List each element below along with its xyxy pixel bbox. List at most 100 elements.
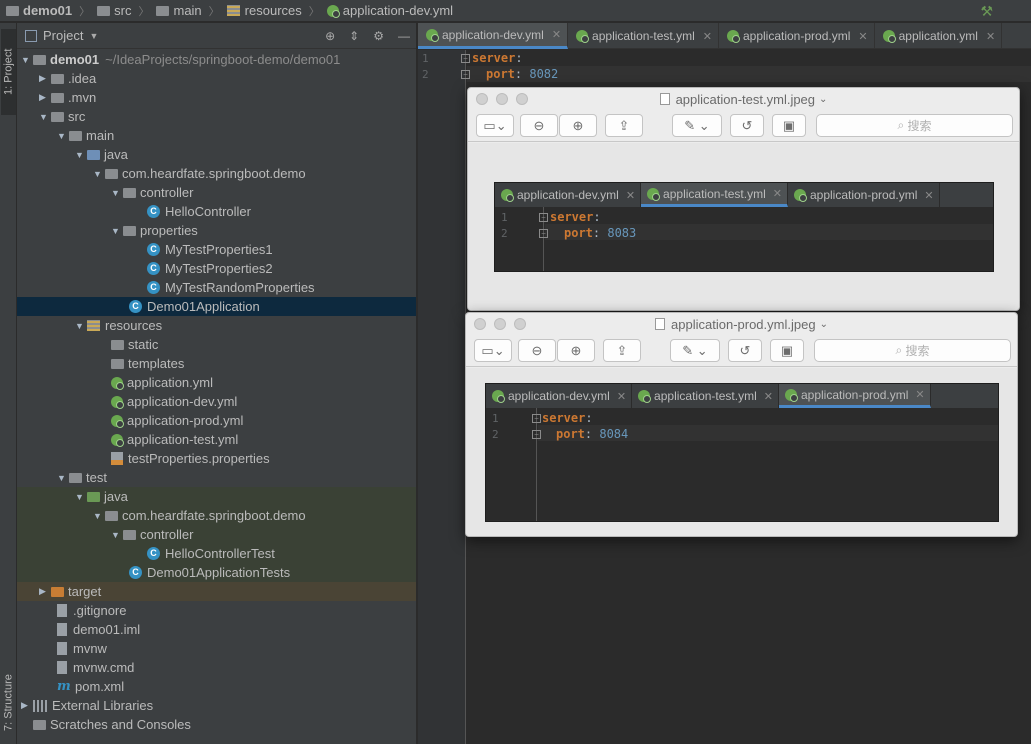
tree-item-mytestproperties1[interactable]: C MyTestProperties1 — [17, 240, 416, 259]
build-hammer-icon[interactable]: ⚒ — [980, 3, 993, 20]
tree-item-pom-xml[interactable]: m pom.xml — [17, 677, 416, 696]
zoom-window-button[interactable] — [514, 318, 526, 330]
editor-tab-application-dev[interactable]: application-dev.yml ✕ — [418, 23, 569, 49]
chevron-down-icon[interactable]: ▼ — [111, 188, 123, 198]
chevron-right-icon[interactable]: ▶ — [39, 586, 51, 597]
chevron-down-icon[interactable]: ⌄ — [819, 94, 827, 105]
tree-item-external-libraries[interactable]: ▶ External Libraries — [17, 696, 416, 715]
chevron-down-icon[interactable]: ▼ — [111, 226, 123, 236]
breadcrumb-demo01[interactable]: demo01 — [6, 3, 72, 18]
zoom-in-button[interactable]: ⊕ — [559, 114, 597, 137]
close-icon[interactable]: ✕ — [858, 30, 867, 43]
locate-icon[interactable]: ⊕ — [325, 29, 335, 43]
tree-item-mvnw-cmd[interactable]: mvnw.cmd — [17, 658, 416, 677]
tool-window-project-tab[interactable]: 1: Project — [1, 29, 16, 115]
toolbox-button[interactable]: ▣ — [772, 114, 806, 137]
collapse-all-icon[interactable]: ⇕ — [349, 29, 359, 43]
chevron-down-icon[interactable]: ▼ — [39, 112, 51, 122]
tree-item-java-main[interactable]: ▼ java — [17, 145, 416, 164]
chevron-down-icon[interactable]: ▼ — [75, 150, 87, 160]
close-window-button[interactable] — [474, 318, 486, 330]
chevron-right-icon[interactable]: ▶ — [39, 92, 51, 103]
breadcrumb-main[interactable]: main — [156, 3, 202, 18]
markup-button[interactable]: ✎ ⌄ — [670, 339, 720, 362]
editor-tab-application[interactable]: application.yml ✕ — [875, 23, 1003, 49]
breadcrumb-src[interactable]: src — [97, 3, 131, 18]
tree-item-package-main[interactable]: ▼ com.heardfate.springboot.demo — [17, 164, 416, 183]
breadcrumb-resources[interactable]: resources — [226, 3, 302, 18]
chevron-down-icon[interactable]: ▼ — [75, 492, 87, 502]
editor-tab-application-test[interactable]: application-test.yml ✕ — [568, 23, 719, 49]
toolbox-button[interactable]: ▣ — [770, 339, 804, 362]
chevron-down-icon[interactable]: ▼ — [111, 530, 123, 540]
rotate-button[interactable]: ↺ — [730, 114, 764, 137]
tree-item-controller[interactable]: ▼ controller — [17, 183, 416, 202]
gear-icon[interactable]: ⚙ — [373, 29, 384, 43]
sidebar-toggle-button[interactable]: ▭⌄ — [474, 339, 512, 362]
tree-item-demo01applicationtests[interactable]: C Demo01ApplicationTests — [17, 563, 416, 582]
chevron-right-icon[interactable]: ▶ — [39, 73, 51, 84]
tree-item-mvn[interactable]: ▶ .mvn — [17, 88, 416, 107]
share-button[interactable]: ⇪ — [603, 339, 641, 362]
zoom-in-button[interactable]: ⊕ — [557, 339, 595, 362]
share-button[interactable]: ⇪ — [605, 114, 643, 137]
tree-item-templates[interactable]: templates — [17, 354, 416, 373]
tool-window-structure-tab[interactable]: 7: Structure — [1, 663, 16, 743]
tree-item-main[interactable]: ▼ main — [17, 126, 416, 145]
tree-item-java-test[interactable]: ▼ java — [17, 487, 416, 506]
chevron-down-icon[interactable]: ▼ — [57, 131, 69, 141]
fold-icon[interactable]: − — [461, 54, 470, 63]
chevron-down-icon[interactable]: ▼ — [57, 473, 69, 483]
tree-item-hellocontroller[interactable]: C HelloController — [17, 202, 416, 221]
tree-item-hellocontrollertest[interactable]: C HelloControllerTest — [17, 544, 416, 563]
close-icon[interactable]: ✕ — [986, 30, 995, 43]
tree-item-gitignore[interactable]: .gitignore — [17, 601, 416, 620]
tree-item-static[interactable]: static — [17, 335, 416, 354]
rotate-button[interactable]: ↺ — [728, 339, 762, 362]
chevron-down-icon[interactable]: ▼ — [89, 31, 98, 41]
chevron-down-icon[interactable]: ⌄ — [820, 319, 828, 330]
tree-item-testproperties[interactable]: testProperties.properties — [17, 449, 416, 468]
tree-item-demo01[interactable]: ▼ demo01 ~/IdeaProjects/springboot-demo/de… — [17, 50, 416, 69]
sidebar-toggle-button[interactable]: ▭⌄ — [476, 114, 514, 137]
tree-item-package-test[interactable]: ▼ com.heardfate.springboot.demo — [17, 506, 416, 525]
chevron-down-icon[interactable]: ▼ — [93, 169, 105, 179]
code-line-2[interactable]: port: 8082 — [486, 67, 558, 81]
tree-item-application-prod-yml[interactable]: application-prod.yml — [17, 411, 416, 430]
code-line-1[interactable]: server: — [472, 51, 523, 65]
hide-icon[interactable]: — — [398, 29, 410, 43]
tree-item-application-yml[interactable]: application.yml — [17, 373, 416, 392]
tree-item-properties[interactable]: ▼ properties — [17, 221, 416, 240]
editor-tab-application-prod[interactable]: application-prod.yml ✕ — [719, 23, 875, 49]
markup-button[interactable]: ✎ ⌄ — [672, 114, 722, 137]
tree-item-mvnw[interactable]: mvnw — [17, 639, 416, 658]
tree-item-application-test-yml[interactable]: application-test.yml — [17, 430, 416, 449]
close-window-button[interactable] — [476, 93, 488, 105]
tree-item-mytestrandomproperties[interactable]: C MyTestRandomProperties — [17, 278, 416, 297]
tree-item-idea[interactable]: ▶ .idea — [17, 69, 416, 88]
minimize-window-button[interactable] — [494, 318, 506, 330]
fold-icon[interactable]: − — [461, 70, 470, 79]
close-icon[interactable]: ✕ — [703, 30, 712, 43]
tree-item-demo01-iml[interactable]: demo01.iml — [17, 620, 416, 639]
search-input[interactable]: ⌕ 搜索 — [816, 114, 1013, 137]
tree-item-controller-test[interactable]: ▼ controller — [17, 525, 416, 544]
tree-item-target[interactable]: ▶ target — [17, 582, 416, 601]
breadcrumb-file[interactable]: application-dev.yml — [326, 3, 453, 18]
tree-item-scratches[interactable]: Scratches and Consoles — [17, 715, 416, 734]
tree-item-demo01application[interactable]: C Demo01Application — [17, 297, 416, 316]
chevron-down-icon[interactable]: ▼ — [93, 511, 105, 521]
tree-item-application-dev-yml[interactable]: application-dev.yml — [17, 392, 416, 411]
zoom-out-button[interactable]: ⊖ — [520, 114, 558, 137]
chevron-down-icon[interactable]: ▼ — [21, 55, 33, 65]
tree-item-resources[interactable]: ▼ resources — [17, 316, 416, 335]
chevron-right-icon[interactable]: ▶ — [21, 700, 33, 711]
search-input[interactable]: ⌕ 搜索 — [814, 339, 1011, 362]
project-view-selector[interactable]: Project — [43, 28, 83, 43]
close-icon[interactable]: ✕ — [552, 28, 561, 41]
tree-item-test[interactable]: ▼ test — [17, 468, 416, 487]
tree-item-src[interactable]: ▼ src — [17, 107, 416, 126]
zoom-window-button[interactable] — [516, 93, 528, 105]
chevron-down-icon[interactable]: ▼ — [75, 321, 87, 331]
tree-item-mytestproperties2[interactable]: C MyTestProperties2 — [17, 259, 416, 278]
